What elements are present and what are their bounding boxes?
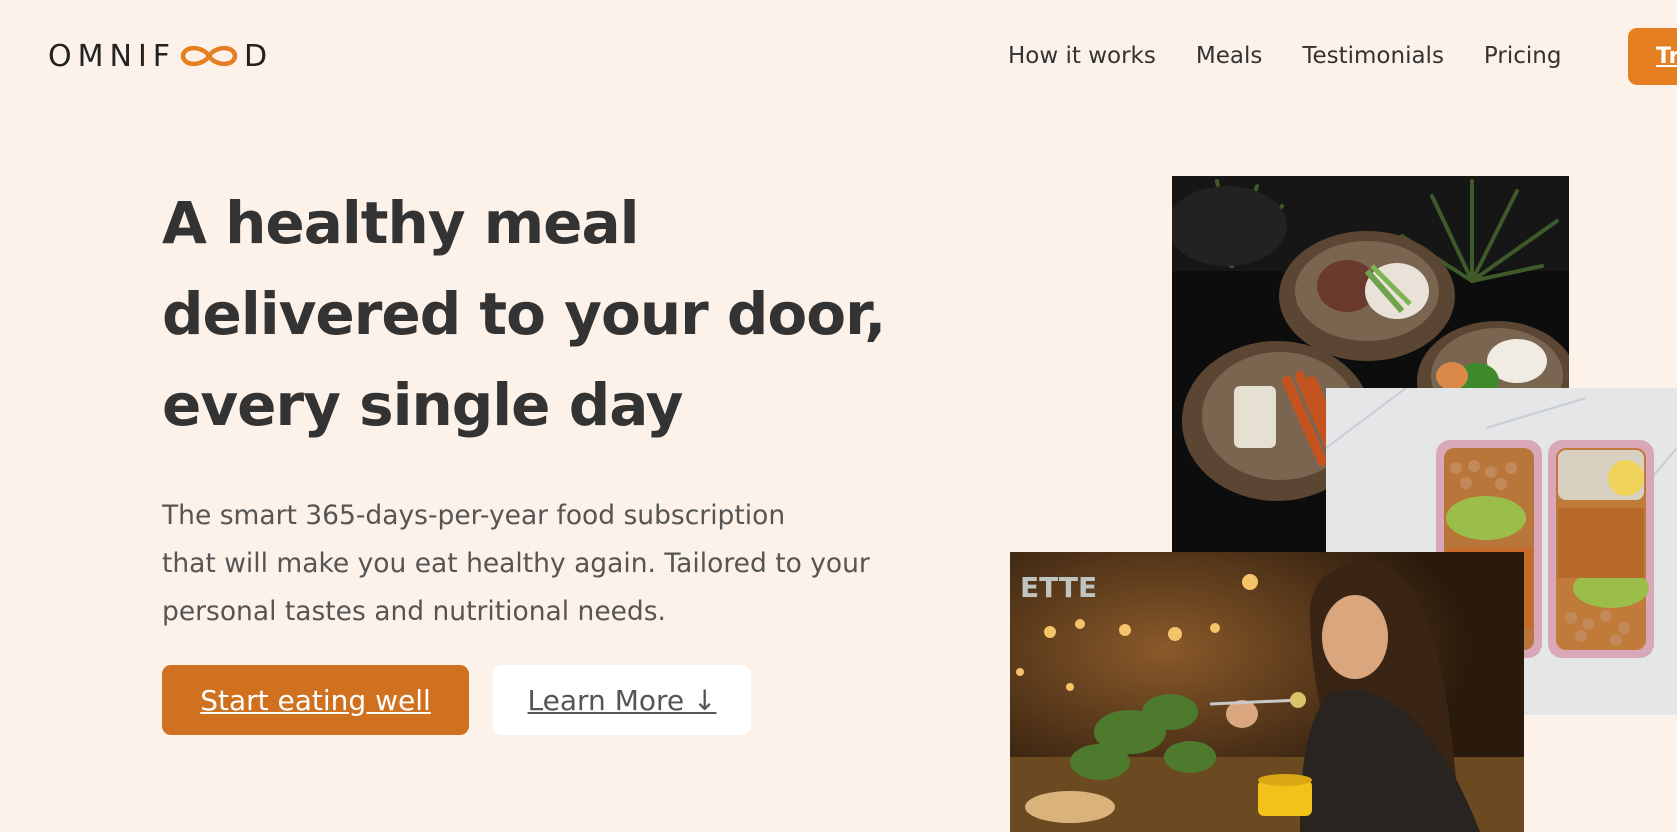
hero-title: A healthy meal delivered to your door, e… <box>162 178 922 451</box>
svg-text:ETTE: ETTE <box>1020 571 1097 604</box>
hero-description: The smart 365-days-per-year food subscri… <box>162 492 922 636</box>
infinity-logo-icon <box>178 41 240 71</box>
hero-title-line-3: every single day <box>162 371 683 439</box>
logo-text-end: D <box>244 38 274 74</box>
landing-page: OMNIF D How it works Meals Testimonials … <box>0 0 1677 832</box>
logo[interactable]: OMNIF D <box>48 36 273 76</box>
woman-eating-image: ETTE <box>1010 552 1524 832</box>
hero-title-line-1: A healthy meal <box>162 189 640 257</box>
learn-more-button[interactable]: Learn More ↓ <box>493 665 751 735</box>
hero-description-line-1: The smart 365-days-per-year food subscri… <box>162 500 786 531</box>
nav-how-it-works[interactable]: How it works <box>1008 43 1156 69</box>
start-eating-well-button[interactable]: Start eating well <box>162 665 469 735</box>
nav-testimonials[interactable]: Testimonials <box>1302 43 1444 69</box>
hero-title-line-2: delivered to your door, <box>162 280 886 348</box>
try-for-free-button[interactable]: Try for free <box>1628 28 1677 85</box>
nav-pricing[interactable]: Pricing <box>1484 43 1562 69</box>
hero-description-line-3: personal tastes and nutritional needs. <box>162 596 666 627</box>
logo-text-start: OMNIF <box>48 38 177 74</box>
nav-meals[interactable]: Meals <box>1196 43 1262 69</box>
main-nav: How it works Meals Testimonials Pricing <box>1008 36 1601 76</box>
hero-description-line-2: that will make you eat healthy again. Ta… <box>162 548 870 579</box>
